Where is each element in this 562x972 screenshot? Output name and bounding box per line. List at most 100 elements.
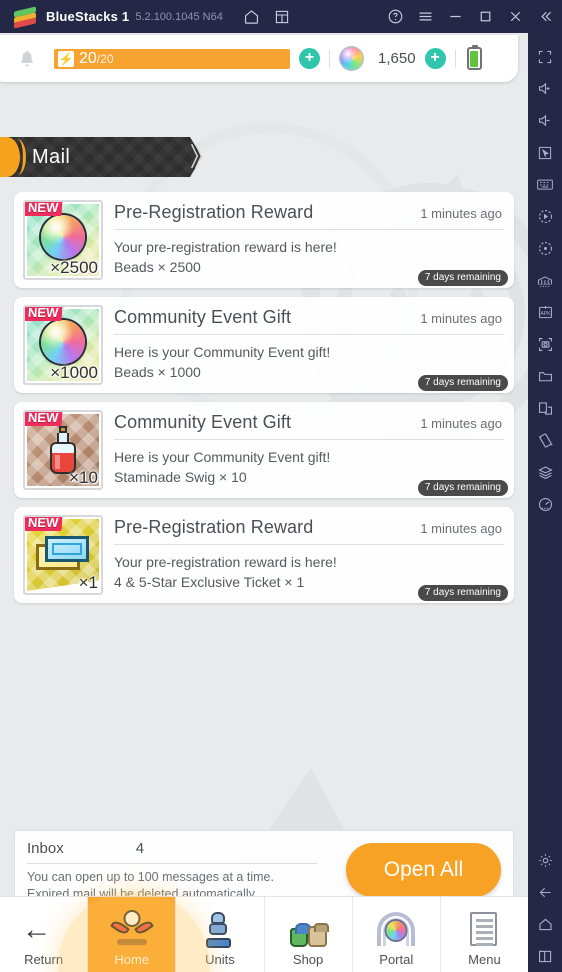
nav-item-home[interactable]: Home (88, 897, 177, 972)
inbox-label: Inbox (27, 839, 64, 857)
keyboard-controls-icon[interactable] (530, 169, 560, 200)
collapse-sidebar-icon[interactable] (530, 2, 560, 32)
portal-gate-icon (374, 910, 418, 950)
minimize-icon[interactable] (440, 2, 470, 32)
app-window: BlueStacks 1 5.2.100.1045 N64 APK ⚡ 20 /… (0, 0, 562, 972)
mail-item[interactable]: NEW ×1000 Community Event Gift 1 minutes… (14, 297, 514, 393)
mail-item[interactable]: NEW ×10 Community Event Gift 1 minutes a… (14, 402, 514, 498)
new-badge: NEW (25, 307, 63, 321)
nav-item-portal[interactable]: Portal (353, 897, 441, 972)
expiry-badge: 7 days remaining (417, 270, 508, 286)
divider (114, 439, 504, 440)
mail-item-time: 1 minutes ago (420, 206, 502, 221)
lightning-bolt-icon: ⚡ (58, 50, 74, 67)
shake-icon[interactable] (530, 425, 560, 456)
nav-item-shop[interactable]: Shop (265, 897, 353, 972)
close-icon[interactable] (500, 2, 530, 32)
bead-orb-icon (41, 214, 85, 259)
notification-bell-icon[interactable] (16, 48, 38, 70)
item-quantity: ×2500 (50, 258, 98, 277)
menu-icon[interactable] (410, 2, 440, 32)
stamina-max: 20 (100, 51, 114, 66)
open-all-button[interactable]: Open All (346, 843, 501, 897)
nav-label: Shop (292, 952, 324, 967)
mail-item-title: Pre-Registration Reward (114, 517, 314, 537)
hud-divider (454, 49, 456, 68)
app-title: BlueStacks 1 (46, 9, 130, 24)
ticket-icon (36, 536, 90, 571)
settings-gear-icon[interactable] (530, 845, 560, 876)
shop-bags-icon (286, 910, 330, 950)
units-character-icon (198, 910, 242, 950)
multi-instance-icon[interactable] (267, 2, 297, 32)
maximize-icon[interactable] (470, 2, 500, 32)
mail-item-description-line1: Here is your Community Event gift! (114, 344, 331, 360)
nav-label: Home (114, 952, 150, 967)
inbox-note-line1: You can open up to 100 messages at a tim… (27, 869, 274, 884)
mail-item-description-line1: Here is your Community Event gift! (114, 449, 331, 465)
nav-label: Menu (468, 952, 501, 967)
stamina-value: 20 / 20 (79, 49, 114, 69)
nav-item-menu[interactable]: Menu (441, 897, 528, 972)
bluestacks-logo-icon (14, 5, 36, 29)
mail-item-thumbnail: NEW ×2500 (23, 200, 103, 280)
mail-item-time: 1 minutes ago (420, 311, 502, 326)
volume-up-icon[interactable] (530, 73, 560, 104)
nav-item-units[interactable]: Units (176, 897, 265, 972)
bead-orb-icon (339, 46, 364, 71)
nav-label: Portal (379, 952, 414, 967)
add-currency-button[interactable]: + (424, 48, 446, 69)
help-icon[interactable] (380, 2, 410, 32)
mail-item-title: Community Event Gift (114, 307, 292, 327)
rotate-icon[interactable] (530, 233, 560, 264)
item-quantity: ×1000 (50, 363, 98, 382)
expiry-badge: 7 days remaining (417, 375, 508, 391)
back-arrow-icon[interactable] (530, 877, 560, 908)
macro-record-icon[interactable] (530, 201, 560, 232)
page-title-banner: Mail 》 (0, 137, 224, 177)
mail-item-title: Pre-Registration Reward (114, 202, 314, 222)
bluestacks-sidebar: APK (528, 33, 562, 972)
divider (114, 229, 504, 230)
mail-item-thumbnail: NEW ×1000 (23, 305, 103, 385)
bead-orb-icon (41, 319, 85, 364)
mail-item-thumbnail: NEW ×10 (23, 410, 103, 490)
app-version: 5.2.100.1045 N64 (135, 10, 223, 23)
home-icon[interactable] (237, 2, 267, 32)
new-badge: NEW (25, 202, 63, 216)
mail-item-time: 1 minutes ago (420, 416, 502, 431)
screenshot-icon[interactable] (530, 329, 560, 360)
mail-item-title: Community Event Gift (114, 412, 292, 432)
divider (27, 862, 317, 864)
eco-mode-icon[interactable] (530, 457, 560, 488)
recents-icon[interactable] (530, 941, 560, 972)
new-badge: NEW (25, 517, 63, 531)
game-viewport: ⚡ 20 / 20 + 1,650 + Mail 》 NEW ×2500 Pre… (0, 33, 528, 972)
back-arrow-icon: ← (21, 912, 52, 946)
banner-accent (0, 137, 26, 177)
multi-instance-manager-icon[interactable] (530, 393, 560, 424)
expiry-badge: 7 days remaining (417, 585, 508, 601)
install-apk-icon[interactable]: APK (530, 297, 560, 328)
item-quantity: ×1 (78, 573, 98, 592)
fullscreen-icon[interactable] (530, 41, 560, 72)
menu-list-icon (462, 910, 506, 950)
banner-chevron-icon: 》 (190, 142, 216, 172)
android-home-icon[interactable] (530, 909, 560, 940)
game-hud: ⚡ 20 / 20 + 1,650 + (0, 35, 518, 82)
nav-item-return[interactable]: ← Return (0, 897, 89, 972)
stamina-bar[interactable]: ⚡ 20 / 20 (54, 48, 290, 69)
currency-amount: 1,650 (378, 50, 416, 67)
mail-item[interactable]: NEW ×2500 Pre-Registration Reward 1 minu… (14, 192, 514, 288)
media-folder-icon[interactable] (530, 361, 560, 392)
mail-item[interactable]: NEW ×1 Pre-Registration Reward 1 minutes… (14, 507, 514, 603)
add-stamina-button[interactable]: + (299, 48, 320, 69)
home-wings-icon (109, 910, 154, 950)
new-badge: NEW (25, 412, 63, 426)
svg-text:APK: APK (540, 311, 551, 317)
performance-icon[interactable] (530, 489, 560, 520)
gamepad-icon[interactable] (530, 265, 560, 296)
cursor-icon[interactable] (530, 137, 560, 168)
volume-down-icon[interactable] (530, 105, 560, 136)
stamina-current: 20 (79, 49, 97, 67)
